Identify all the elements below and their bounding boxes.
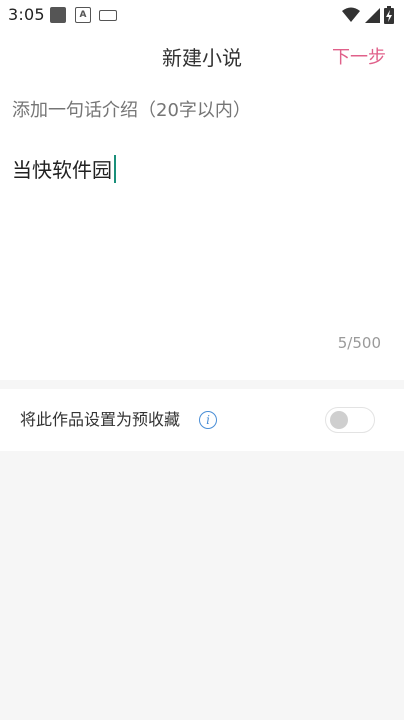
pre-collect-label: 将此作品设置为预收藏 bbox=[20, 410, 181, 429]
info-icon[interactable]: i bbox=[199, 411, 217, 429]
status-right bbox=[342, 6, 394, 24]
status-time: 3:05 bbox=[8, 5, 45, 24]
body-text-area[interactable]: 当快软件园 bbox=[12, 154, 116, 183]
square-icon bbox=[50, 7, 66, 23]
status-bar: 3:05 A bbox=[0, 0, 404, 30]
intro-input[interactable] bbox=[12, 100, 382, 121]
signal-icon bbox=[365, 8, 380, 23]
char-count: 5/500 bbox=[337, 334, 381, 352]
editor-panel: 当快软件园 5/500 bbox=[0, 86, 404, 380]
toggle-knob bbox=[330, 411, 348, 429]
header: 新建小说 下一步 bbox=[0, 30, 404, 86]
next-button[interactable]: 下一步 bbox=[332, 30, 386, 86]
keyboard-icon bbox=[99, 10, 117, 21]
pre-collect-setting-row: 将此作品设置为预收藏 i bbox=[0, 389, 404, 451]
battery-icon bbox=[384, 6, 394, 24]
pre-collect-toggle[interactable] bbox=[325, 407, 375, 433]
text-cursor bbox=[114, 154, 116, 183]
wifi-icon bbox=[342, 7, 360, 22]
a-box-icon: A bbox=[75, 7, 91, 23]
body-text: 当快软件园 bbox=[12, 158, 112, 182]
